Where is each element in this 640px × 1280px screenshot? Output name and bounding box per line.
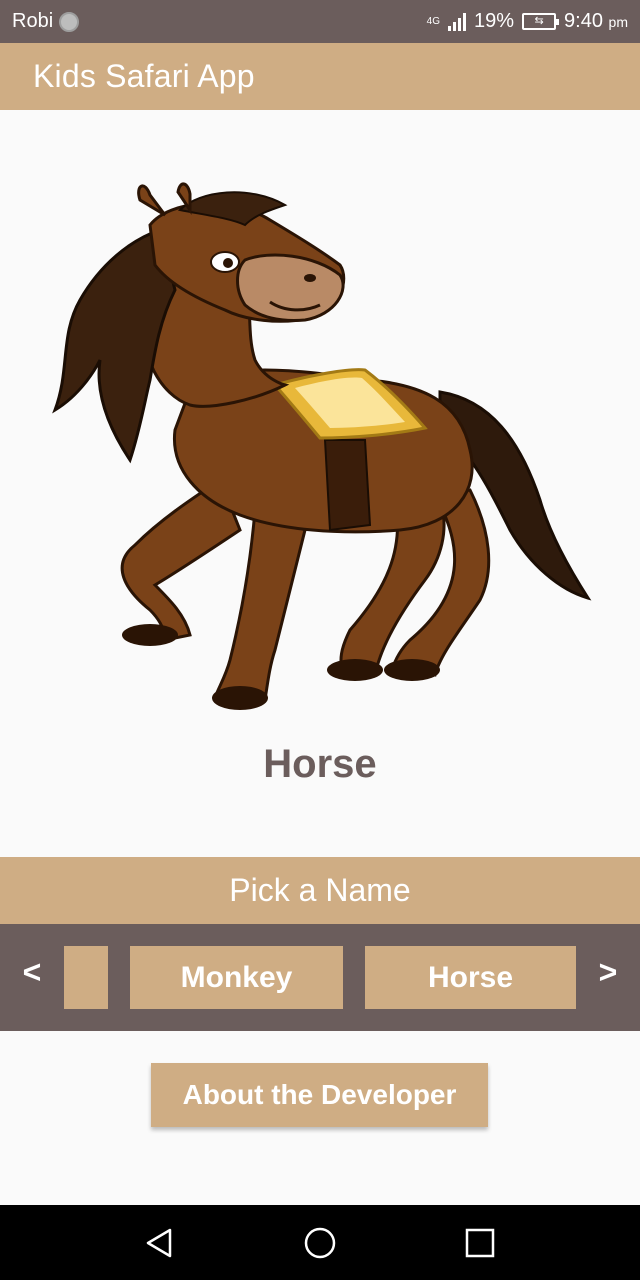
notification-dot-icon [59,11,80,32]
network-type: 4G [426,16,441,27]
carrier-name: Robi [12,10,54,32]
previous-arrow-button[interactable]: < [12,954,52,991]
status-right: 4G 19% ⇆ 9:40 pm [427,10,628,33]
pick-name-label: Pick a Name [229,872,411,908]
next-arrow-button[interactable]: > [588,954,628,991]
name-carousel[interactable]: < Monkey Horse > [0,924,640,1031]
battery-percent: 19% [474,10,515,32]
system-nav-bar [0,1205,640,1280]
home-circle-icon[interactable] [302,1225,338,1261]
animal-name: Horse [263,742,377,786]
carrier-group: Robi [12,10,80,33]
app-bar: Kids Safari App [0,43,640,110]
name-option-partial[interactable] [64,946,108,1009]
pick-name-header: Pick a Name [0,857,640,924]
status-bar: Robi 4G 19% ⇆ 9:40 pm [0,0,640,43]
recents-square-icon[interactable] [462,1225,498,1261]
battery-icon: ⇆ [522,13,560,30]
back-triangle-icon[interactable] [142,1225,178,1261]
screen: Robi 4G 19% ⇆ 9:40 pm Kids Safari App Ho… [0,0,640,1280]
clock-time: 9:40 [564,10,603,32]
about-developer-button[interactable]: About the Developer [151,1063,488,1127]
signal-icon [448,12,467,31]
clock-suffix: pm [608,14,628,30]
name-option-horse[interactable]: Horse [365,946,576,1009]
horse-illustration [52,182,592,710]
app-title: Kids Safari App [33,58,255,94]
name-option-monkey[interactable]: Monkey [130,946,343,1009]
clock: 9:40 pm [564,10,628,33]
